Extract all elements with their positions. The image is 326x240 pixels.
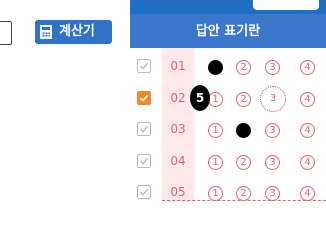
answer-choice-3[interactable]: 3 bbox=[260, 85, 286, 112]
answer-row: 05 1 2 3 4 bbox=[130, 177, 326, 209]
answer-choice-1[interactable]: 1 bbox=[208, 154, 223, 170]
answer-choice-4[interactable]: 4 bbox=[300, 186, 315, 201]
answer-choice-1[interactable]: 1 bbox=[208, 91, 223, 107]
review-checkbox[interactable] bbox=[137, 90, 151, 105]
answer-choice-2[interactable]: 2 bbox=[236, 60, 251, 75]
answer-choice-1[interactable]: 1 bbox=[208, 186, 223, 201]
answer-choice-1[interactable]: 1 bbox=[208, 60, 223, 75]
answer-row: 01 123 4 bbox=[130, 51, 326, 83]
question-badge: 5 bbox=[190, 84, 210, 111]
review-checkbox[interactable] bbox=[137, 59, 151, 73]
answer-choice-3[interactable]: 3 bbox=[265, 123, 280, 138]
answer-choice-4[interactable]: 4 bbox=[300, 154, 315, 170]
calculator-label: 계산기 bbox=[59, 24, 95, 39]
answer-sheet-panel: 답안 표기란 0112340212345031234041234051234 bbox=[130, 14, 326, 202]
answer-choice-2[interactable]: 2 bbox=[236, 154, 251, 170]
answer-choice-3[interactable]: 3 bbox=[265, 154, 280, 170]
calculator-button[interactable]: 계산기 bbox=[35, 20, 112, 44]
answer-choice-3[interactable]: 3 bbox=[265, 186, 280, 201]
review-checkbox[interactable] bbox=[137, 153, 151, 168]
answer-choice-4[interactable]: 4 bbox=[300, 123, 315, 138]
calculator-icon bbox=[40, 25, 52, 39]
top-bar-left bbox=[0, 0, 130, 14]
question-number: 04 bbox=[170, 153, 186, 168]
answer-choice-2[interactable]: 2 bbox=[236, 91, 251, 107]
left-panel: 계산기 bbox=[0, 14, 130, 200]
answer-sheet-title: 답안 표기란 bbox=[130, 14, 326, 48]
question-number: 01 bbox=[170, 59, 186, 73]
answer-row: 03 123 4 bbox=[130, 114, 326, 146]
answer-choice-4[interactable]: 4 bbox=[300, 60, 315, 75]
answer-choice-3[interactable]: 3 bbox=[265, 60, 280, 75]
answer-input-box[interactable] bbox=[0, 21, 12, 45]
divider-line bbox=[162, 200, 326, 201]
answer-row: 02 1 2 3 4 5 bbox=[130, 83, 326, 115]
question-number: 03 bbox=[170, 122, 186, 136]
answer-choice-2[interactable]: 2 bbox=[236, 123, 251, 138]
answer-row: 04 1 2 3 4 bbox=[130, 146, 326, 178]
answer-choice-4[interactable]: 4 bbox=[300, 91, 315, 107]
review-checkbox[interactable] bbox=[137, 185, 151, 199]
review-checkbox[interactable] bbox=[137, 122, 151, 136]
question-number: 05 bbox=[170, 185, 186, 199]
answer-choice-2[interactable]: 2 bbox=[236, 186, 251, 201]
answer-choice-1[interactable]: 1 bbox=[208, 123, 223, 138]
top-search-field[interactable] bbox=[253, 0, 319, 10]
top-bar bbox=[0, 0, 326, 14]
